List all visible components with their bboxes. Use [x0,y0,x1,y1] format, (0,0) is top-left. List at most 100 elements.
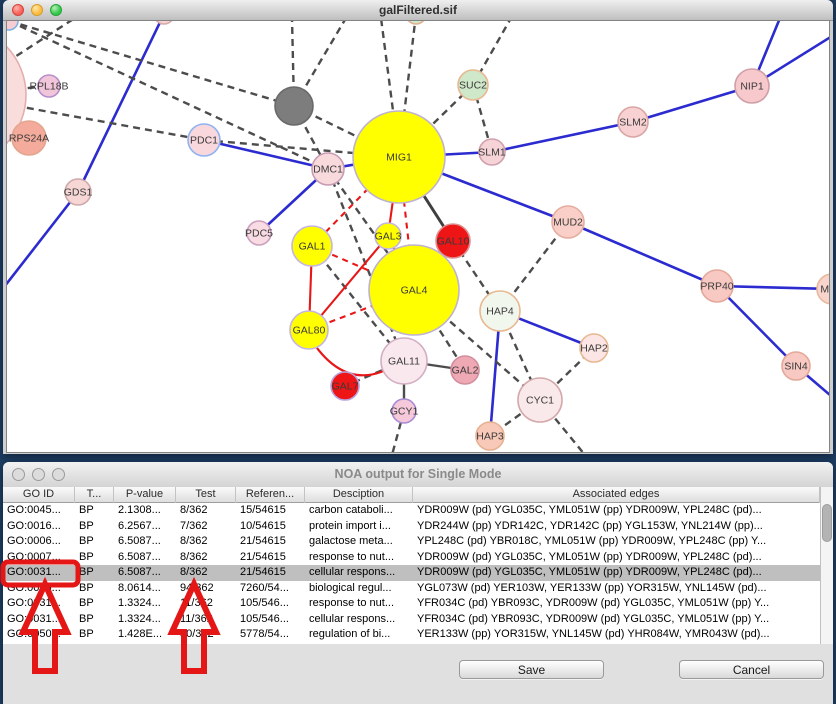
network-canvas[interactable]: RPL18BRPS24AGDS1PDC1PDC5DMC1MIG1SUC2SLM1… [6,20,830,453]
cancel-button[interactable]: Cancel [679,660,824,679]
column-header-2[interactable]: P-value [114,487,176,503]
node-label-rpl18b: RPL18B [29,81,68,93]
cell-6-1: BP [75,596,114,612]
table-row-0[interactable]: GO:0045...BP2.1308...8/36215/54615carbon… [3,503,820,519]
cell-2-1: BP [75,534,114,550]
cell-1-2: 6.2567... [114,519,176,535]
node-label-pdc1: PDC1 [190,135,218,147]
cell-1-5: protein import i... [305,519,413,535]
cell-2-6: YPL248C (pd) YBR018C, YML051W (pp) YDR00… [413,534,820,550]
cell-5-1: BP [75,581,114,597]
table-row-4[interactable]: GO:0031...BP6.5087...8/36221/54615cellul… [3,565,820,581]
table-row-8[interactable]: GO:0050...BP1.428E...80/3625778/54...reg… [3,627,820,643]
save-button[interactable]: Save [459,660,604,679]
node-label-gal3: GAL3 [375,231,402,243]
cell-4-5: cellular respons... [305,565,413,581]
cell-7-4: 105/546... [236,612,305,628]
cell-4-3: 8/362 [176,565,236,581]
cell-1-4: 10/54615 [236,519,305,535]
node-topgreen[interactable] [406,21,426,24]
cell-3-5: response to nut... [305,550,413,566]
node-topcut1[interactable] [154,21,174,24]
cell-7-6: YFR034C (pd) YBR093C, YDR009W (pd) YGL03… [413,612,820,628]
node-label-sin4: SIN4 [784,361,808,373]
column-header-1[interactable]: T... [75,487,114,503]
column-header-4[interactable]: Referen... [236,487,305,503]
cell-6-5: response to nut... [305,596,413,612]
node-label-hap2: HAP2 [580,343,608,355]
column-header-5[interactable]: Desciption [305,487,413,503]
node-label-msn: MSN [820,284,829,296]
edge-prp40-msn [717,286,829,289]
cell-5-0: GO:0065... [3,581,75,597]
table-row-1[interactable]: GO:0016...BP6.2567...7/36210/54615protei… [3,519,820,535]
table-row-7[interactable]: GO:0031...BP1.3324...11/362105/546...cel… [3,612,820,628]
cell-5-4: 7260/54... [236,581,305,597]
column-header-0[interactable]: GO ID [3,487,75,503]
node-label-cyc1: CYC1 [526,395,554,407]
cell-5-2: 8.0614... [114,581,176,597]
cell-6-4: 105/546... [236,596,305,612]
dialog-title: NOA output for Single Mode [3,467,833,481]
cell-3-4: 21/54615 [236,550,305,566]
node-label-gal80: GAL80 [293,325,326,337]
cell-6-6: YFR034C (pd) YBR093C, YDR009W (pd) YGL03… [413,596,820,612]
edge-slm2-nip1 [633,86,752,122]
column-header-3[interactable]: Test [176,487,236,503]
table-row-3[interactable]: GO:0007...BP6.5087...8/36221/54615respon… [3,550,820,566]
cell-0-1: BP [75,503,114,519]
desktop: galFiltered.sif RPL18BRPS24AGDS1PDC1PDC5… [0,0,836,704]
node-corner[interactable] [7,21,18,30]
node-label-gal4: GAL4 [401,285,428,297]
node-label-gal7: GAL7 [332,381,359,393]
cell-1-0: GO:0016... [3,519,75,535]
cell-8-3: 80/362 [176,627,236,643]
edge-mud2-prp40 [568,222,717,286]
node-label-rps24a: RPS24A [9,133,49,145]
node-label-slm2: SLM2 [619,117,647,129]
vertical-scrollbar[interactable] [820,487,833,644]
node-label-slm1: SLM1 [478,147,506,159]
cell-2-5: galactose meta... [305,534,413,550]
table-header-row: GO IDT...P-valueTestReferen...Desciption… [3,487,820,503]
edge-prp40-sin4 [717,286,796,366]
node-label-dmc1: DMC1 [313,164,343,176]
cell-0-4: 15/54615 [236,503,305,519]
table-row-6[interactable]: GO:0031...BP1.3324...11/362105/546...res… [3,596,820,612]
cell-8-1: BP [75,627,114,643]
cell-1-3: 7/362 [176,519,236,535]
cell-8-6: YER133W (pp) YOR315W, YNL145W (pd) YHR08… [413,627,820,643]
node-label-nip1: NIP1 [740,81,764,93]
edge-gds1-off [7,192,78,291]
cell-3-6: YDR009W (pd) YGL035C, YML051W (pp) YDR00… [413,550,820,566]
cell-7-5: cellular respons... [305,612,413,628]
network-window-title: galFiltered.sif [3,3,833,17]
cell-0-6: YDR009W (pd) YGL035C, YML051W (pp) YDR00… [413,503,820,519]
noa-output-dialog: NOA output for Single Mode GO IDT...P-va… [3,462,833,704]
cell-7-1: BP [75,612,114,628]
cell-6-3: 11/362 [176,596,236,612]
dialog-titlebar: NOA output for Single Mode [3,462,833,488]
cell-0-3: 8/362 [176,503,236,519]
cell-7-2: 1.3324... [114,612,176,628]
scrollbar-thumb[interactable] [822,504,832,542]
network-window-titlebar: galFiltered.sif [3,0,833,21]
cell-4-0: GO:0031... [3,565,75,581]
cell-5-6: YGL073W (pd) YER103W, YER133W (pp) YOR31… [413,581,820,597]
cell-4-1: BP [75,565,114,581]
cell-8-0: GO:0050... [3,627,75,643]
node-label-mud2: MUD2 [553,217,583,229]
network-graph: RPL18BRPS24AGDS1PDC1PDC5DMC1MIG1SUC2SLM1… [7,21,829,452]
cell-3-0: GO:0007... [3,550,75,566]
table-row-2[interactable]: GO:0006...BP6.5087...8/36221/54615galact… [3,534,820,550]
cell-2-3: 8/362 [176,534,236,550]
node-graynode[interactable] [275,87,313,125]
node-label-suc2: SUC2 [459,80,487,92]
column-header-6[interactable]: Associated edges [413,487,820,503]
cell-5-3: 94/362 [176,581,236,597]
results-table: GO:0045...BP2.1308...8/36215/54615carbon… [3,503,820,644]
table-row-5[interactable]: GO:0065...BP8.0614...94/3627260/54...bio… [3,581,820,597]
node-label-gal10: GAL10 [437,236,470,248]
node-label-gds1: GDS1 [64,187,93,199]
node-label-gal11: GAL11 [388,356,420,368]
